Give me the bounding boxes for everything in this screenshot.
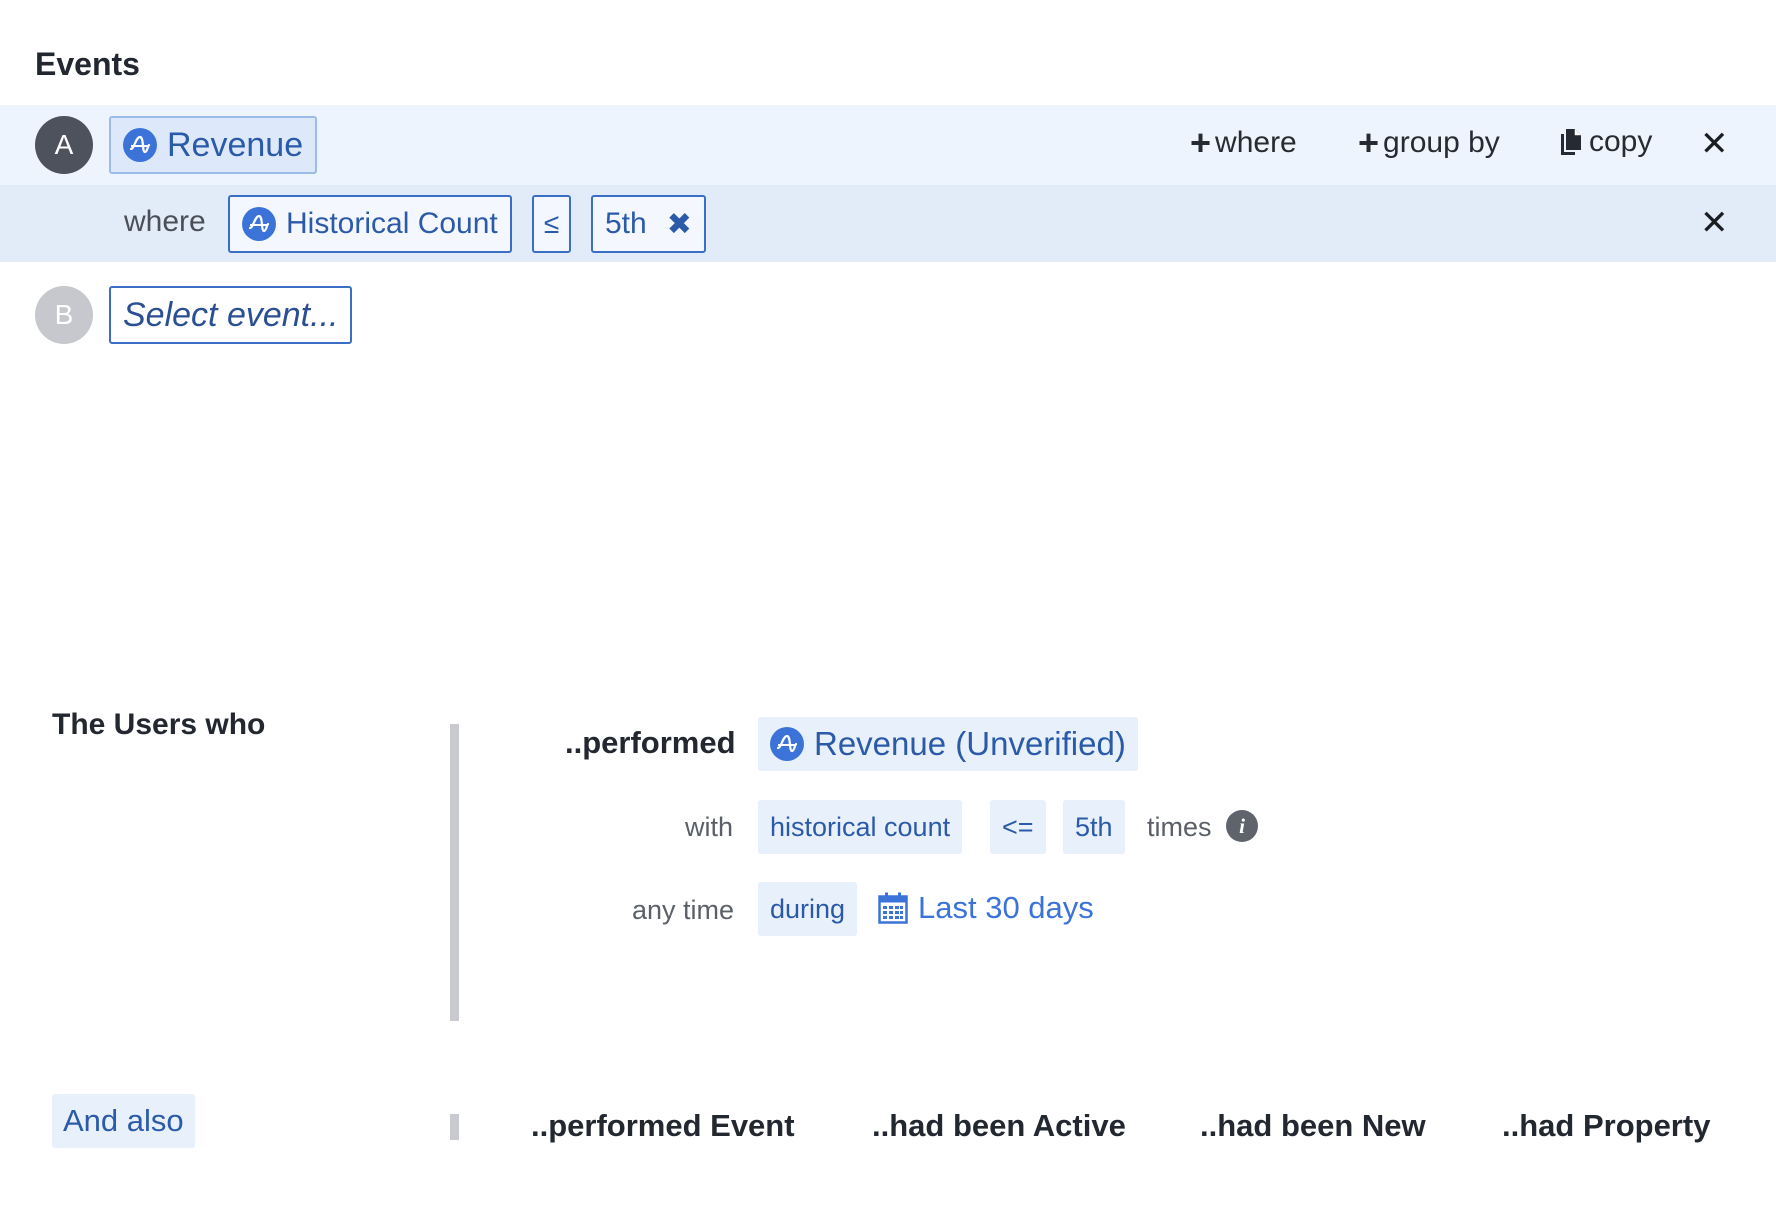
add-group-by-button[interactable]: + group by — [1358, 125, 1500, 161]
plus-icon: + — [1190, 122, 1212, 163]
filter-value: 5th — [605, 207, 647, 240]
event-name: Revenue — [167, 125, 304, 164]
segment-title: The Users who — [52, 708, 266, 741]
amplitude-icon — [242, 207, 276, 241]
any-time-label: any time — [632, 895, 735, 925]
event-selector-a[interactable]: Revenue — [109, 116, 318, 174]
segment-event-name: Revenue (Unverified) — [814, 725, 1126, 762]
add-where-button[interactable]: + where — [1190, 125, 1297, 161]
with-label: with — [685, 812, 734, 842]
events-section-title: Events — [35, 46, 140, 82]
copy-icon — [1561, 129, 1581, 155]
option-performed-event[interactable]: ..performed Event — [531, 1108, 795, 1144]
copy-button[interactable]: copy — [1559, 125, 1652, 159]
amplitude-icon — [123, 128, 157, 162]
where-label: where — [124, 205, 206, 238]
close-icon[interactable]: ✕ — [1700, 124, 1729, 164]
option-had-been-new[interactable]: ..had been New — [1200, 1108, 1426, 1144]
select-event-button[interactable]: Select event... — [109, 286, 353, 344]
calendar-icon — [878, 892, 908, 924]
segment-property-chip[interactable]: historical count — [758, 800, 963, 854]
info-icon[interactable]: i — [1226, 810, 1258, 842]
filter-property-name: Historical Count — [286, 207, 498, 240]
and-also-divider — [450, 1114, 459, 1140]
filter-property-selector[interactable]: Historical Count — [228, 195, 512, 253]
filter-operator-selector[interactable]: ≤ — [532, 195, 571, 253]
date-range-picker[interactable]: Last 30 days — [878, 890, 1094, 926]
close-icon[interactable]: ✕ — [1700, 203, 1729, 243]
segment-divider — [450, 724, 459, 1021]
add-group-by-label: group by — [1383, 126, 1500, 159]
option-had-property[interactable]: ..had Property — [1502, 1108, 1710, 1144]
option-had-been-active[interactable]: ..had been Active — [872, 1108, 1126, 1144]
event-letter-badge-a: A — [35, 116, 93, 174]
event-letter-badge-b: B — [35, 286, 93, 344]
date-range-label: Last 30 days — [918, 890, 1094, 925]
remove-value-icon[interactable]: ✖ — [667, 207, 692, 242]
filter-value-chip[interactable]: 5th ✖ — [591, 195, 706, 253]
segment-operator-chip[interactable]: <= — [990, 800, 1046, 854]
amplitude-icon — [770, 727, 804, 761]
segment-value-chip[interactable]: 5th — [1063, 800, 1125, 854]
copy-label: copy — [1589, 125, 1653, 158]
performed-label: ..performed — [565, 725, 736, 760]
times-label: times — [1147, 812, 1212, 842]
segment-event-chip[interactable]: Revenue (Unverified) — [758, 717, 1138, 771]
plus-icon: + — [1358, 122, 1380, 163]
and-also-button[interactable]: And also — [52, 1094, 195, 1148]
during-chip[interactable]: during — [758, 882, 858, 936]
add-where-label: where — [1215, 126, 1297, 159]
